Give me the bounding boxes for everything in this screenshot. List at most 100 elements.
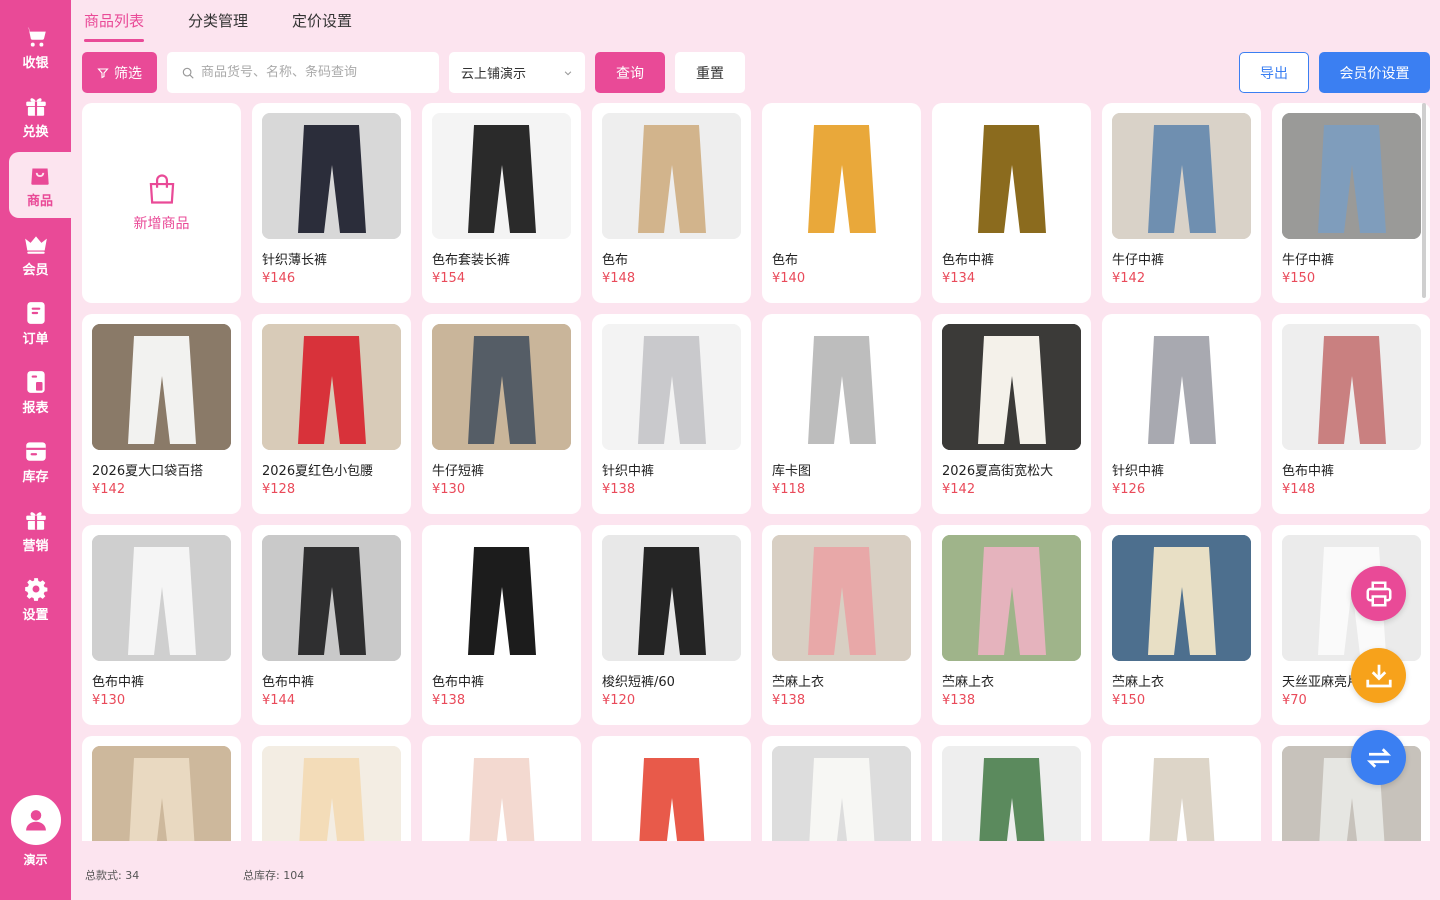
product-name: 2026夏高街宽松大 (942, 464, 1054, 479)
product-name: 色布中裤 (1282, 464, 1335, 479)
filter-button[interactable]: 筛选 (82, 52, 157, 93)
product-price: ¥148 (602, 271, 636, 286)
product-card[interactable]: 牛仔中裤 ¥150 (1272, 103, 1430, 303)
product-card[interactable] (252, 736, 411, 841)
product-card[interactable]: 针织薄长裤 ¥146 (252, 103, 411, 303)
export-button[interactable]: 导出 (1239, 52, 1309, 93)
product-image (1112, 113, 1251, 239)
product-card[interactable] (422, 736, 581, 841)
user-icon (25, 810, 46, 831)
sidebar-item-products[interactable]: 商品 (9, 152, 71, 218)
product-price: ¥146 (262, 271, 296, 286)
product-name: 色布中裤 (262, 675, 315, 690)
import-button[interactable] (1351, 648, 1406, 703)
product-image (92, 535, 231, 661)
product-price: ¥138 (942, 693, 976, 708)
product-image (92, 324, 231, 450)
product-card[interactable] (592, 736, 751, 841)
tab-category-management[interactable]: 分类管理 (188, 10, 248, 40)
product-grid: 新增商品 针织薄长裤 ¥146 色布套装长裤 ¥154 色布 ¥148 色布 ¥140 色布中裤… (82, 103, 1430, 841)
product-price: ¥148 (1282, 482, 1316, 497)
sidebar-item-inventory[interactable]: 库存 (0, 428, 71, 494)
store-select[interactable]: 云上铺演示 (449, 52, 585, 93)
sidebar-item-label: 设置 (22, 607, 49, 623)
add-product-card[interactable]: 新增商品 (82, 103, 241, 303)
product-name: 苎麻上衣 (772, 675, 825, 690)
product-card[interactable]: 2026夏大口袋百搭 ¥142 (82, 314, 241, 514)
product-card[interactable]: 牛仔中裤 ¥142 (1102, 103, 1261, 303)
product-price: ¥120 (602, 693, 636, 708)
product-card[interactable] (82, 736, 241, 841)
sidebar-item-members[interactable]: 会员 (0, 221, 71, 287)
sidebar-item-label: 订单 (22, 331, 49, 347)
document-icon (26, 301, 45, 324)
product-card[interactable]: 2026夏红色小包腰 ¥128 (252, 314, 411, 514)
printer-icon (1366, 581, 1391, 606)
product-image (432, 535, 571, 661)
search-box[interactable] (167, 52, 439, 93)
product-card[interactable]: 库卡图 ¥118 (762, 314, 921, 514)
sidebar-item-marketing[interactable]: 营销 (0, 497, 71, 563)
product-price: ¥138 (602, 482, 636, 497)
product-card[interactable]: 梭织短裤/60 ¥120 (592, 525, 751, 725)
product-card[interactable] (762, 736, 921, 841)
sidebar-item-cashier[interactable]: 收银 (0, 14, 71, 80)
product-image (772, 113, 911, 239)
product-card[interactable]: 针织中裤 ¥138 (592, 314, 751, 514)
product-card[interactable]: 色布 ¥148 (592, 103, 751, 303)
member-price-settings-button[interactable]: 会员价设置 (1319, 52, 1430, 93)
product-card[interactable]: 针织中裤 ¥126 (1102, 314, 1261, 514)
sidebar-item-reports[interactable]: 报表 (0, 359, 71, 425)
product-card[interactable]: 色布中裤 ¥134 (932, 103, 1091, 303)
product-card[interactable]: 2026夏高街宽松大 ¥142 (932, 314, 1091, 514)
avatar[interactable] (10, 795, 61, 845)
product-name: 色布中裤 (942, 253, 995, 268)
grid-scrollbar[interactable] (1422, 103, 1426, 298)
product-image (772, 746, 911, 841)
product-name: 针织中裤 (602, 464, 655, 479)
product-price: ¥138 (772, 693, 806, 708)
product-card[interactable]: 苎麻上衣 ¥138 (762, 525, 921, 725)
sidebar-item-settings[interactable]: 设置 (0, 566, 71, 632)
product-image (602, 535, 741, 661)
query-button[interactable]: 查询 (595, 52, 665, 93)
cart-icon (24, 26, 46, 47)
product-card[interactable]: 天丝亚麻亮片 ¥70 (1272, 525, 1430, 725)
user-profile[interactable]: 演示 (0, 795, 71, 868)
sidebar-item-label: 兑换 (22, 124, 49, 140)
filter-icon (97, 67, 109, 78)
chevron-down-icon (564, 70, 572, 75)
search-input[interactable] (201, 65, 421, 80)
product-card[interactable]: 色布中裤 ¥130 (82, 525, 241, 725)
product-name: 针织薄长裤 (262, 253, 328, 268)
product-card[interactable]: 色布中裤 ¥138 (422, 525, 581, 725)
product-card[interactable]: 色布中裤 ¥148 (1272, 314, 1430, 514)
reset-button[interactable]: 重置 (675, 52, 745, 93)
sidebar-item-label: 库存 (22, 469, 49, 485)
sidebar-item-orders[interactable]: 订单 (0, 290, 71, 356)
product-name: 梭织短裤/60 (602, 675, 675, 690)
product-image (772, 535, 911, 661)
download-icon (1365, 664, 1392, 687)
product-card[interactable]: 色布套装长裤 ¥154 (422, 103, 581, 303)
product-card[interactable]: 苎麻上衣 ¥138 (932, 525, 1091, 725)
product-card[interactable] (932, 736, 1091, 841)
product-image (942, 324, 1081, 450)
tab-pricing-settings[interactable]: 定价设置 (292, 10, 352, 40)
sidebar-item-redeem[interactable]: 兑换 (0, 83, 71, 149)
product-card[interactable]: 苎麻上衣 ¥150 (1102, 525, 1261, 725)
product-name: 牛仔中裤 (1282, 253, 1335, 268)
print-button[interactable] (1351, 566, 1406, 621)
product-image (772, 324, 911, 450)
product-card[interactable] (1102, 736, 1261, 841)
product-image (602, 746, 741, 841)
product-card[interactable]: 色布中裤 ¥144 (252, 525, 411, 725)
sidebar-item-label: 会员 (22, 262, 49, 278)
sidebar-item-label: 商品 (26, 193, 53, 209)
present-icon (25, 511, 46, 530)
tab-product-list[interactable]: 商品列表 (84, 10, 145, 42)
crown-icon (24, 235, 47, 254)
switch-button[interactable] (1351, 730, 1406, 785)
product-card[interactable]: 色布 ¥140 (762, 103, 921, 303)
product-card[interactable]: 牛仔短裤 ¥130 (422, 314, 581, 514)
